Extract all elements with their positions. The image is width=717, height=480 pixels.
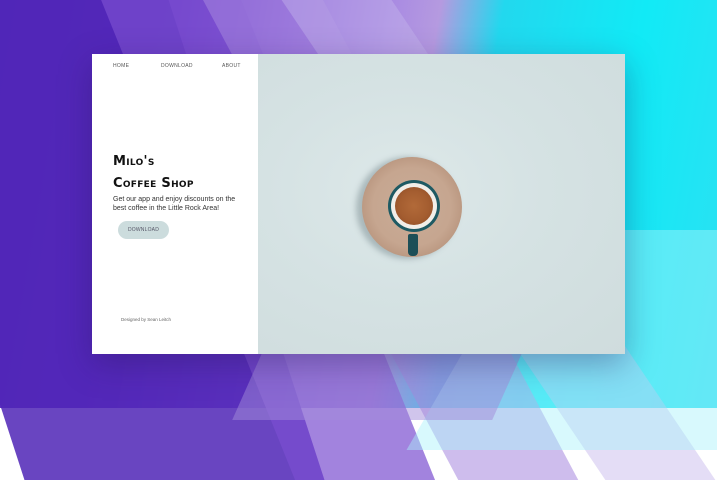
title-line-2: Coffee Shop [113,176,194,191]
hero-subtitle: Get our app and enjoy discounts on the b… [113,196,236,212]
nav-download-link[interactable]: DOWNLOAD [161,63,193,69]
mug-handle [408,234,418,256]
download-button[interactable]: DOWNLOAD [118,221,169,239]
nav-about-link[interactable]: ABOUT [222,63,241,69]
designer-credit: Designed by Sean Leitch [121,317,172,322]
coffee-surface [395,187,433,225]
page-title: Milo's Coffee Shop [113,151,194,195]
nav-home-link[interactable]: HOME [113,63,129,69]
hero-photo [258,54,625,354]
title-line-1: Milo's [113,154,155,169]
left-panel: HOME DOWNLOAD ABOUT Milo's Coffee Shop G… [92,54,258,354]
website-mockup-card: HOME DOWNLOAD ABOUT Milo's Coffee Shop G… [92,54,625,354]
